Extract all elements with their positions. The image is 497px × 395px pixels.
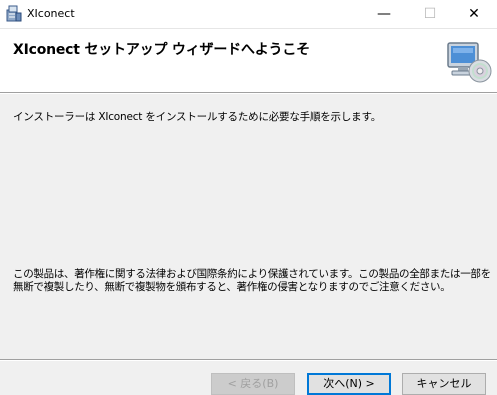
next-button[interactable]: 次へ(N) >: [307, 373, 391, 395]
title-bar[interactable]: XIconect — ☐ ✕: [0, 0, 497, 29]
wizard-title: XIconect セットアップ ウィザードへようこそ: [13, 42, 310, 58]
intro-text: インストーラーは XIconect をインストールするために必要な手順を示します…: [13, 111, 381, 123]
minimize-button[interactable]: —: [361, 0, 407, 28]
close-icon: ✕: [468, 6, 480, 22]
maximize-icon: ☐: [423, 6, 437, 22]
close-button[interactable]: ✕: [451, 0, 497, 28]
cancel-button[interactable]: キャンセル: [402, 373, 486, 395]
wizard-banner: XIconect セットアップ ウィザードへようこそ: [0, 29, 497, 92]
installer-icon: [6, 5, 22, 22]
computer-cd-icon: [447, 42, 492, 83]
minimize-icon: —: [377, 6, 391, 22]
copyright-notice: この製品は、著作権に関する法律および国際条約により保護されています。この製品の全…: [13, 268, 491, 293]
banner-divider-highlight: [0, 93, 497, 94]
maximize-button[interactable]: ☐: [407, 0, 453, 28]
footer-divider-highlight: [0, 360, 497, 361]
window-title: XIconect: [27, 7, 75, 20]
back-button[interactable]: < 戻る(B): [211, 373, 295, 395]
